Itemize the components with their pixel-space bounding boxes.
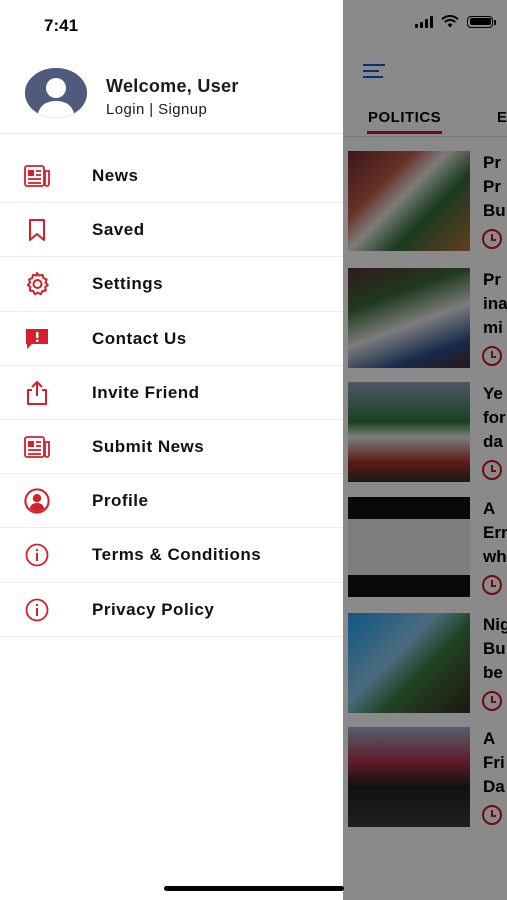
info-icon [24, 542, 50, 568]
menu-item-label: Privacy Policy [92, 599, 215, 619]
menu-item-terms-conditions[interactable]: Terms & Conditions [0, 528, 343, 583]
bookmark-icon [24, 217, 50, 243]
menu-item-label: Profile [92, 491, 149, 511]
menu-item-invite-friend[interactable]: Invite Friend [0, 366, 343, 420]
welcome-text: Welcome, User [106, 76, 239, 96]
gear-icon [24, 271, 50, 297]
share-icon [24, 380, 50, 406]
drawer-menu: News Saved Settings Contact Us Invite Fr… [0, 149, 343, 637]
menu-item-saved[interactable]: Saved [0, 203, 343, 258]
menu-item-label: Contact Us [92, 328, 187, 348]
home-indicator[interactable] [164, 886, 344, 891]
header-divider [0, 133, 343, 134]
menu-item-privacy-policy[interactable]: Privacy Policy [0, 583, 343, 637]
newspaper-icon [24, 434, 50, 460]
user-silhouette-icon [25, 68, 87, 118]
menu-item-label: Submit News [92, 436, 205, 456]
status-time: 7:41 [44, 16, 79, 35]
menu-item-settings[interactable]: Settings [0, 257, 343, 312]
menu-item-label: Saved [92, 220, 145, 240]
menu-item-label: News [92, 166, 139, 185]
menu-item-contact-us[interactable]: Contact Us [0, 312, 343, 366]
menu-item-label: Settings [92, 274, 164, 294]
menu-item-profile[interactable]: Profile [0, 474, 343, 529]
menu-item-news[interactable]: News [0, 149, 343, 204]
avatar[interactable] [25, 68, 87, 118]
info-icon [24, 597, 50, 623]
menu-item-submit-news[interactable]: Submit News [0, 420, 343, 475]
newspaper-icon [24, 163, 50, 189]
navigation-drawer: 7:41 Welcome, User Login | Signup News S… [0, 0, 343, 900]
menu-item-label: Invite Friend [92, 382, 200, 402]
message-alert-icon [24, 326, 50, 352]
menu-item-label: Terms & Conditions [92, 545, 262, 565]
user-circle-icon [24, 488, 50, 514]
login-signup-link[interactable]: Login | Signup [106, 101, 207, 118]
